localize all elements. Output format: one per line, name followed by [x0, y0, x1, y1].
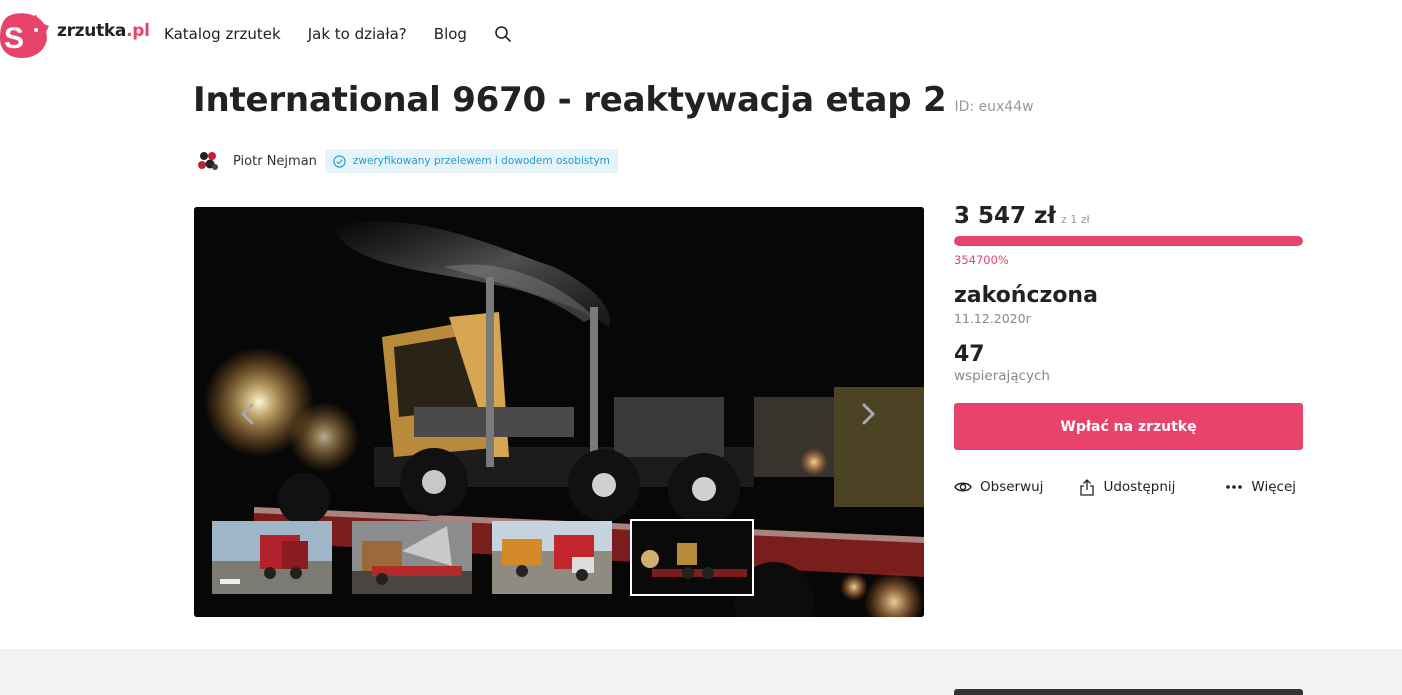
- thumbnail-3[interactable]: [490, 519, 614, 596]
- thumbnail-4[interactable]: [630, 519, 754, 596]
- thumbnail-1[interactable]: [210, 519, 334, 596]
- page-title: International 9670 - reaktywacja etap 2: [193, 80, 947, 120]
- eye-icon: [954, 482, 972, 492]
- campaign-summary: 3 547 zł z 1 zł 354700% zakończona 11.12…: [954, 200, 1303, 497]
- share-icon: [1080, 478, 1095, 496]
- share-button[interactable]: Udostępnij: [1079, 478, 1176, 496]
- lower-sidebar-card: [954, 689, 1303, 695]
- chevron-right-icon[interactable]: [858, 402, 878, 426]
- amount-row: 3 547 zł z 1 zł: [954, 203, 1303, 229]
- image-gallery: [194, 207, 924, 617]
- donate-button[interactable]: Wpłać na zrzutkę: [954, 403, 1303, 450]
- author-name[interactable]: Piotr Nejman: [233, 154, 317, 169]
- logo[interactable]: S zrzutka.pl: [0, 10, 150, 60]
- observe-label: Obserwuj: [980, 479, 1044, 495]
- share-label: Udostępnij: [1103, 479, 1176, 495]
- nav-blog[interactable]: Blog: [434, 25, 467, 43]
- avatar[interactable]: [196, 149, 220, 173]
- campaign-id: ID: eux44w: [954, 99, 1034, 115]
- progress-bar-fill: [954, 236, 1303, 246]
- supporters-count: 47: [954, 342, 985, 367]
- collected-amount: 3 547 zł: [954, 203, 1056, 229]
- more-button[interactable]: Więcej: [1225, 479, 1296, 495]
- main-nav: Katalog zrzutek Jak to działa? Blog: [164, 25, 512, 43]
- progress-percent: 354700%: [954, 253, 1009, 267]
- author-row: Piotr Nejman zweryfikowany przelewem i d…: [196, 149, 618, 173]
- thumbnail-2[interactable]: [350, 519, 474, 596]
- chevron-left-icon[interactable]: [238, 402, 258, 426]
- svg-text:S: S: [4, 22, 24, 55]
- goal-amount: z 1 zł: [1060, 213, 1090, 226]
- title-row: International 9670 - reaktywacja etap 2 …: [193, 80, 1034, 120]
- nav-catalog[interactable]: Katalog zrzutek: [164, 25, 281, 43]
- more-label: Więcej: [1251, 479, 1297, 495]
- supporters-label: wspierających: [954, 368, 1050, 384]
- verified-text: zweryfikowany przelewem i dowodem osobis…: [352, 155, 610, 167]
- observe-button[interactable]: Obserwuj: [954, 479, 1043, 495]
- more-dots-icon: [1226, 485, 1243, 489]
- check-circle-icon: [333, 154, 346, 168]
- end-date: 11.12.2020r: [954, 311, 1031, 326]
- nav-how-it-works[interactable]: Jak to działa?: [308, 25, 407, 43]
- piggy-bank-logo-icon: S: [0, 13, 49, 58]
- site-header: S zrzutka.pl Katalog zrzutek Jak to dzia…: [0, 0, 1402, 72]
- verified-badge: zweryfikowany przelewem i dowodem osobis…: [324, 149, 618, 173]
- campaign-status: zakończona: [954, 283, 1098, 308]
- search-icon[interactable]: [494, 25, 512, 43]
- action-bar: Obserwuj Udostępnij Więcej: [954, 477, 1303, 497]
- logo-text: zrzutka.pl: [57, 21, 150, 41]
- progress-bar: [954, 236, 1303, 246]
- thumbnail-strip: [210, 519, 770, 596]
